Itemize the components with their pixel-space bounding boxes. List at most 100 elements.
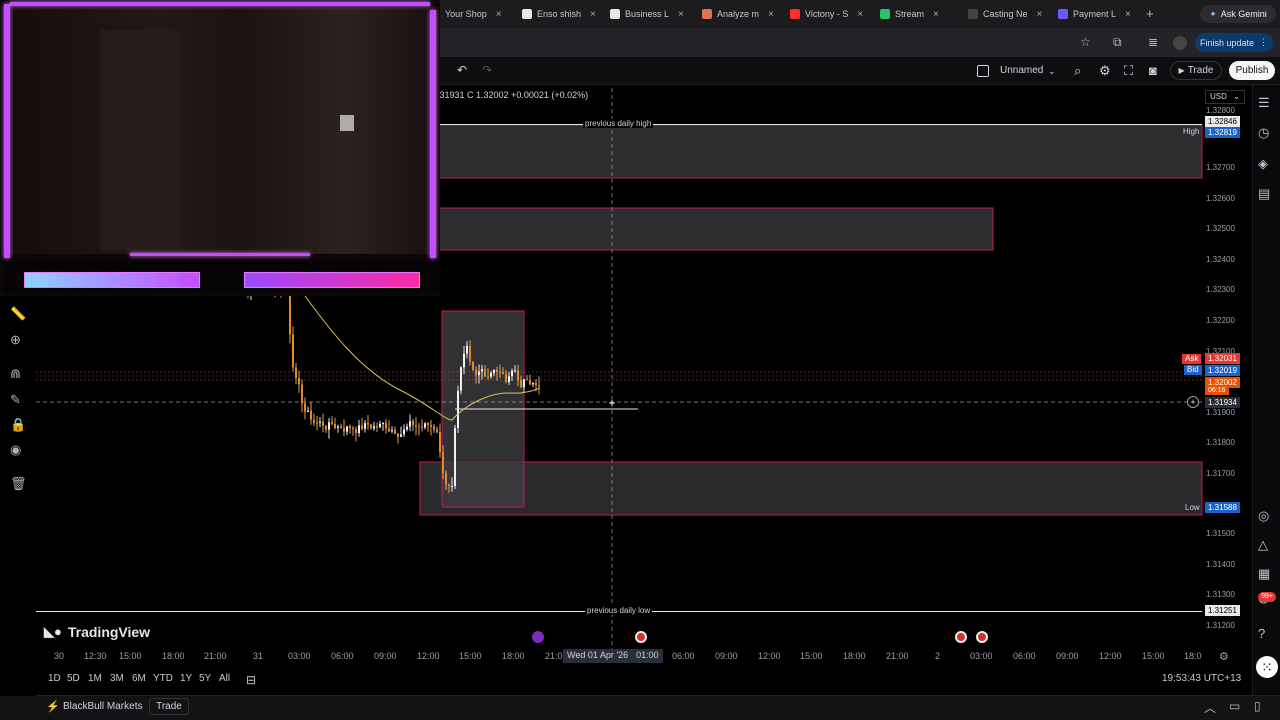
timeframe-button-1d[interactable]: 1D [48,673,61,684]
candle-body [517,370,519,381]
candle-body [526,379,528,381]
tradingview-brand: TradingView [67,624,151,640]
webcam-feed [10,8,430,254]
timeframe-button-3m[interactable]: 3M [110,673,124,684]
candle-body [304,403,306,412]
time-label: 06:00 [1013,651,1036,661]
price-label: 1.31800 [1206,438,1235,447]
layers-icon[interactable]: ◈ [1258,156,1268,172]
timeframe-button-6m[interactable]: 6M [132,673,146,684]
zoom-in-icon[interactable]: ⊕ [10,332,21,348]
candle-body [355,429,357,434]
candle-body [511,370,513,377]
candle-body [454,427,456,487]
event-icon[interactable] [532,631,544,643]
candle-body [514,370,516,372]
candle-body [430,425,432,427]
price-label: 1.31900 [1206,408,1235,417]
time-label: 03:00 [970,651,993,661]
watchlist-icon[interactable]: ☰ [1258,95,1270,111]
lock-icon[interactable]: 🔒 [10,417,26,433]
time-label: 09:00 [1056,651,1079,661]
candle-body [352,427,354,430]
maximize-icon[interactable]: ▭ [1229,699,1240,713]
candle-body [424,423,426,428]
candle-body [382,422,384,424]
candle-body [505,373,507,383]
high-price-tag: 1.32819 [1205,127,1240,138]
candle-body [337,426,339,428]
timeframe-button-5y[interactable]: 5Y [199,673,211,684]
pencil-lock-icon[interactable]: ✎ [10,392,21,408]
candle-body [418,426,420,428]
candle-body [403,429,405,435]
candle-body [457,390,459,428]
webcam-overlay [0,0,440,296]
candle-body [481,369,483,372]
eye-icon[interactable]: ◉ [10,442,21,458]
previous-high-price-tag: 1.32846 [1205,116,1240,127]
high-tag: High [1183,127,1200,136]
time-label: 21:00 [204,651,227,661]
trash-icon[interactable]: 🗑 [10,476,27,492]
grid-menu-icon[interactable]: ⁙ [1256,656,1278,678]
price-label: 1.32500 [1206,224,1235,233]
chat-icon[interactable]: ▤ [1258,186,1270,202]
crosshair-cursor-icon: + [608,396,615,410]
previous-daily-high-label: previous daily high [583,119,654,128]
candle-body [406,426,408,430]
candle-body [301,384,303,404]
candle-body [445,472,447,485]
us-flag-event-icon[interactable] [635,631,647,643]
target-icon[interactable]: ◎ [1258,508,1269,524]
candle-body [442,452,444,473]
candle-body [391,430,393,432]
candle-body [358,425,360,434]
ruler-icon[interactable]: 📏 [10,306,26,322]
crosshair-time-tag: Wed 01 Apr '26 01:00 [563,649,663,663]
alerts-clock-icon[interactable]: ◷ [1258,125,1269,141]
help-icon[interactable]: ? [1258,626,1265,641]
time-label: 18:0 [1184,651,1202,661]
demand-zone [419,461,1203,516]
tradingview-watermark[interactable]: ◣● TradingView [44,624,150,640]
webcam-frame-left [4,4,10,258]
date-range-calendar-icon[interactable]: ⊟ [246,673,256,687]
time-label: 09:00 [374,651,397,661]
price-label: 1.31700 [1206,469,1235,478]
timeframe-button-all[interactable]: All [219,673,230,684]
timeframe-button-5d[interactable]: 5D [67,673,80,684]
price-label: 1.31300 [1206,590,1235,599]
candle-body [400,434,402,437]
magnet-icon[interactable]: ⋒ [10,366,21,382]
candle-body [520,380,522,388]
cursor-price-tag: 1.31934 [1205,397,1240,408]
webcam-bar-right [244,272,420,288]
panel-icon[interactable]: ▯ [1254,699,1261,713]
candle-body [415,425,417,427]
us-flag-event-icon[interactable] [976,631,988,643]
add-alert-icon[interactable]: + [1187,396,1199,408]
broker-logo-icon: ⚡ [46,701,60,713]
candle-body [331,422,333,425]
collapse-icon[interactable]: ︿ [1204,699,1216,716]
timeframe-button-ytd[interactable]: YTD [153,673,173,684]
candle-body [439,431,441,453]
candle-body [487,376,489,378]
candle-body [373,426,375,429]
timeframe-button-1m[interactable]: 1M [88,673,102,684]
clock[interactable]: 19:53:43 UTC+13 [1162,673,1241,684]
triangle-icon[interactable]: △ [1258,537,1268,553]
broker-name[interactable]: BlackBull Markets [63,701,142,712]
calendar-icon[interactable]: ▦ [1258,566,1270,582]
price-label: 1.31200 [1206,621,1235,630]
timeframe-button-1y[interactable]: 1Y [180,673,192,684]
us-flag-event-icon[interactable] [955,631,967,643]
candle-body [364,423,366,429]
axis-settings-icon[interactable]: ⚙ [1219,650,1229,663]
time-label: 15:00 [1142,651,1165,661]
time-label: 15:00 [119,651,142,661]
time-label: 06:00 [331,651,354,661]
price-label: 1.31400 [1206,560,1235,569]
broker-trade-button[interactable]: Trade [149,698,189,715]
